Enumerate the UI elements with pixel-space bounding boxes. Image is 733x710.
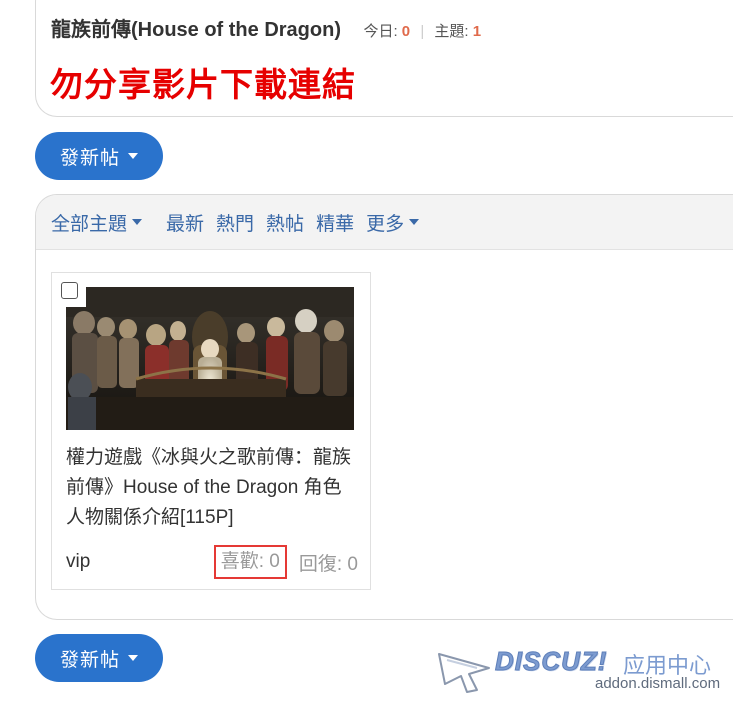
thread-list-panel: 全部主題 最新 熱門 熱帖 精華 更多 權力遊戲《冰與火之歌前傳：龍族前傳》Ho… <box>35 194 733 620</box>
thread-select-checkbox-wrap <box>52 273 86 307</box>
caret-down-icon <box>409 219 420 225</box>
tab-latest[interactable]: 最新 <box>166 209 204 236</box>
tab-all-label: 全部主題 <box>51 213 128 235</box>
cursor-logo-icon <box>438 653 490 693</box>
forum-stats: 今日: 0 | 主題: 1 <box>363 23 481 40</box>
tab-hot-label: 熱門 <box>216 213 255 235</box>
forum-notice: 勿分享影片下載連結 <box>50 66 356 103</box>
forum-name: 龍族前傳(House of the Dragon) <box>51 19 341 41</box>
caret-down-icon <box>132 219 143 225</box>
thread-select-checkbox[interactable] <box>60 281 78 299</box>
threads-count: 1 <box>472 23 482 40</box>
thread-likes: 喜歡: 0 <box>213 545 287 579</box>
tab-hot-posts-label: 熱帖 <box>266 213 305 235</box>
tab-more[interactable]: 更多 <box>366 209 420 236</box>
thread-thumbnail[interactable] <box>66 287 354 430</box>
caret-down-icon <box>128 655 138 661</box>
stats-divider: | <box>420 23 425 40</box>
tab-hot-posts[interactable]: 熱帖 <box>266 209 304 236</box>
caret-down-icon <box>128 153 138 159</box>
thread-meta: vip 喜歡: 0 回復: 0 <box>66 545 358 579</box>
tab-hot[interactable]: 熱門 <box>216 209 254 236</box>
today-label: 今日: <box>363 23 402 40</box>
new-post-label: 發新帖 <box>59 649 120 671</box>
today-count: 0 <box>401 23 411 40</box>
watermark-brand: DISCUZ! <box>494 646 608 677</box>
new-post-button-bottom[interactable]: 發新帖 <box>35 634 163 682</box>
forum-header: 龍族前傳(House of the Dragon) 今日: 0 | 主題: 1 … <box>35 0 733 117</box>
threads-label: 主題: <box>434 23 473 40</box>
thread-card[interactable]: 權力遊戲《冰與火之歌前傳：龍族前傳》House of the Dragon 角色… <box>51 272 371 590</box>
thread-title[interactable]: 權力遊戲《冰與火之歌前傳：龍族前傳》House of the Dragon 角色… <box>66 443 356 533</box>
tab-all-threads[interactable]: 全部主題 <box>51 209 143 236</box>
filter-tabs: 全部主題 最新 熱門 熱帖 精華 更多 <box>36 195 733 250</box>
thread-author[interactable]: vip <box>66 551 90 573</box>
thread-thumbnail-image <box>66 287 354 430</box>
new-post-label: 發新帖 <box>59 147 120 169</box>
watermark-url: addon.dismall.com <box>595 675 721 692</box>
discuz-watermark: DISCUZ! 应用中心 addon.dismall.com <box>437 646 727 696</box>
forum-title-row: 龍族前傳(House of the Dragon) 今日: 0 | 主題: 1 <box>51 13 481 42</box>
tab-digest-label: 精華 <box>316 213 355 235</box>
tab-latest-label: 最新 <box>166 213 205 235</box>
new-post-button[interactable]: 發新帖 <box>35 132 163 180</box>
thread-replies: 回復: 0 <box>298 553 358 575</box>
tab-digest[interactable]: 精華 <box>316 209 354 236</box>
tab-more-label: 更多 <box>366 213 405 235</box>
